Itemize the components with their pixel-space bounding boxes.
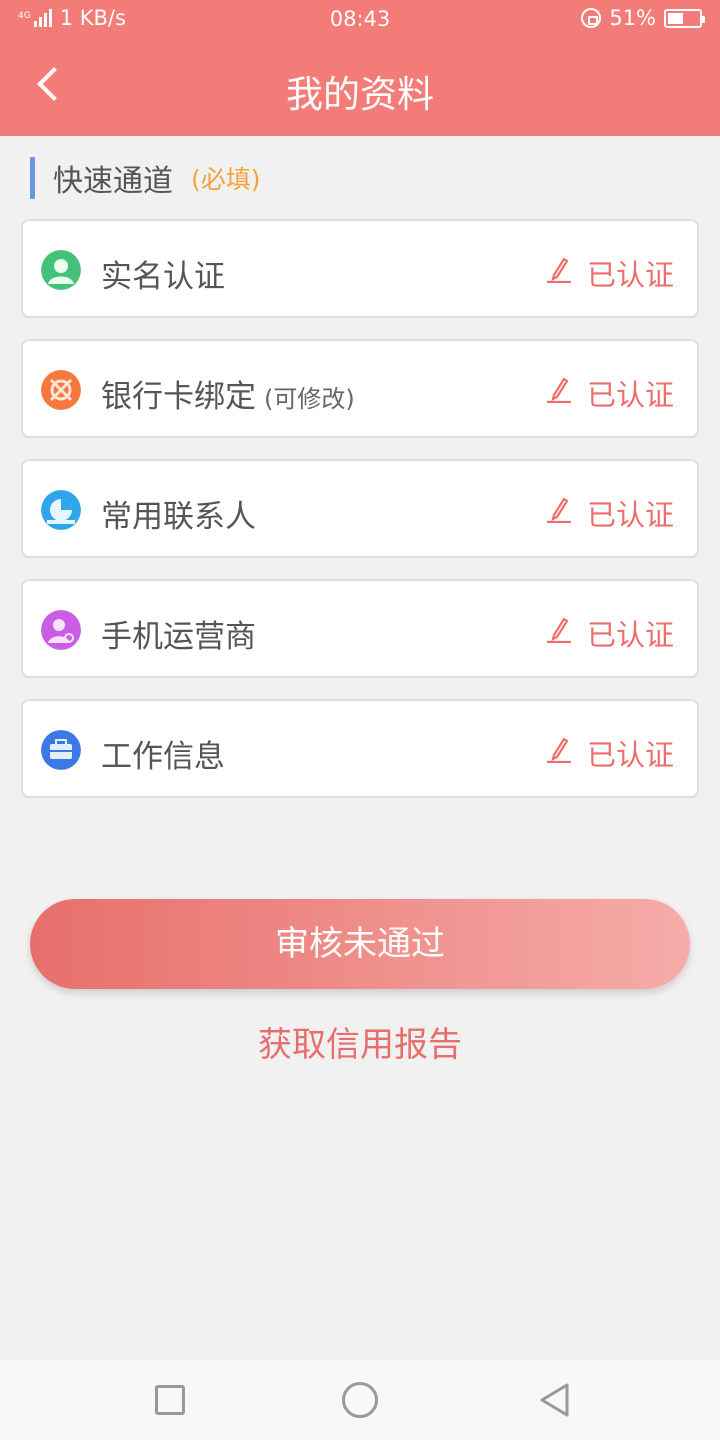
page-title: 我的资料: [286, 73, 434, 116]
item-label: 实名认证: [101, 251, 233, 296]
list-item-bank-card[interactable]: 银行卡绑定 (可修改) 已认证: [21, 339, 699, 438]
edit-pencil-icon: [547, 257, 571, 283]
section-header: 快速通道 (必填): [30, 155, 261, 200]
item-label-text: 工作信息: [101, 739, 225, 775]
status-verified: 已认证: [587, 618, 675, 652]
credit-report-link[interactable]: 获取信用报告: [0, 1017, 720, 1066]
user-id-icon: [41, 250, 81, 290]
review-status-button[interactable]: 审核未通过: [30, 899, 690, 989]
item-label: 手机运营商: [101, 611, 264, 656]
item-label-text: 银行卡绑定: [101, 379, 256, 415]
battery-icon: [664, 8, 705, 28]
section-accent-bar: [30, 156, 35, 199]
list-item-mobile-operator[interactable]: 手机运营商 已认证: [21, 579, 699, 678]
item-label: 银行卡绑定 (可修改): [101, 371, 355, 416]
status-bar: 4G 1 KB/s 08:43 51%: [0, 0, 720, 40]
status-verified: 已认证: [587, 378, 675, 412]
status-verified: 已认证: [587, 498, 675, 532]
back-triangle-icon[interactable]: [537, 1382, 573, 1418]
rotation-lock-icon: [581, 8, 602, 28]
mobile-operator-icon: [41, 610, 81, 650]
item-label-text: 常用联系人: [101, 499, 256, 535]
section-title: 快速通道: [53, 163, 173, 199]
status-verified: 已认证: [587, 258, 675, 292]
list-item-contacts[interactable]: 常用联系人 已认证: [21, 459, 699, 558]
home-icon[interactable]: [342, 1382, 378, 1418]
edit-pencil-icon: [547, 737, 571, 763]
item-label: 工作信息: [101, 731, 233, 776]
list-item-real-name[interactable]: 实名认证 已认证: [21, 219, 699, 318]
item-sub-label: (可修改): [264, 385, 355, 413]
edit-pencil-icon: [547, 617, 571, 643]
item-label-text: 实名认证: [101, 259, 225, 295]
system-nav-bar: [0, 1360, 720, 1440]
edit-pencil-icon: [547, 497, 571, 523]
edit-pencil-icon: [547, 377, 571, 403]
status-verified: 已认证: [587, 738, 675, 772]
recent-apps-icon[interactable]: [155, 1385, 185, 1415]
bank-card-icon: [41, 370, 81, 410]
briefcase-icon: [41, 730, 81, 770]
battery-level: [668, 12, 684, 24]
item-label-text: 手机运营商: [101, 619, 256, 655]
status-right: 51%: [581, 6, 705, 30]
list-item-work-info[interactable]: 工作信息 已认证: [21, 699, 699, 798]
contacts-icon: [41, 490, 81, 530]
required-note: (必填): [191, 164, 261, 194]
battery-percent: 51%: [609, 6, 656, 30]
item-label: 常用联系人: [101, 491, 264, 536]
